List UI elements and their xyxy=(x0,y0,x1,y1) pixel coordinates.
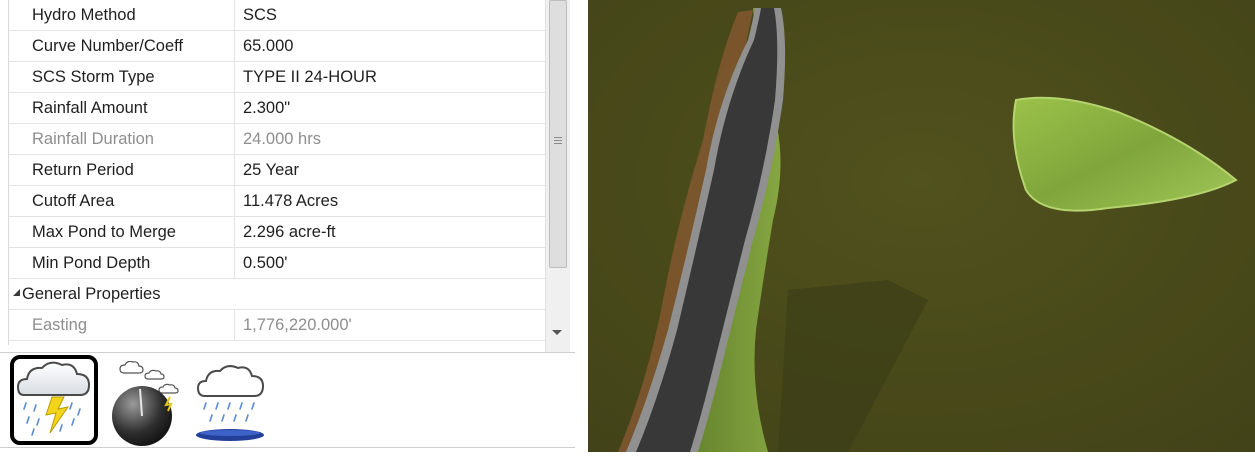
property-value[interactable]: TYPE II 24-HOUR xyxy=(235,62,546,92)
property-name: Return Period xyxy=(9,155,235,185)
property-name: Max Pond to Merge xyxy=(9,217,235,247)
property-value: 1,776,220.000' xyxy=(243,316,352,334)
rain-pond-icon[interactable] xyxy=(192,363,270,443)
vertical-scrollbar[interactable] xyxy=(545,0,570,352)
properties-panel: Hydro Method SCS Curve Number/Coeff 65.0… xyxy=(0,0,583,452)
property-name: SCS Storm Type xyxy=(9,62,235,92)
property-name: Cutoff Area xyxy=(9,186,235,216)
scroll-down-arrow-icon[interactable] xyxy=(552,330,562,335)
3d-viewport[interactable] xyxy=(588,0,1255,452)
property-row-curve-number[interactable]: Curve Number/Coeff 65.000 xyxy=(9,31,546,62)
property-name: Rainfall Duration xyxy=(9,124,235,154)
property-value[interactable]: 0.500' xyxy=(235,248,546,278)
property-name: Min Pond Depth xyxy=(9,248,235,278)
property-row-max-pond-to-merge[interactable]: Max Pond to Merge 2.296 acre-ft xyxy=(9,217,546,248)
property-value[interactable]: 2.296 acre-ft xyxy=(235,217,546,247)
property-value[interactable]: 11.478 Acres xyxy=(235,186,546,216)
section-general-properties[interactable]: General Properties xyxy=(9,279,546,310)
property-row-scs-storm-type[interactable]: SCS Storm Type TYPE II 24-HOUR xyxy=(9,62,546,93)
property-row-hydro-method[interactable]: Hydro Method SCS xyxy=(9,0,546,31)
divider xyxy=(0,447,575,448)
property-grid: Hydro Method SCS Curve Number/Coeff 65.0… xyxy=(8,0,546,345)
property-value[interactable]: 25 Year xyxy=(235,155,546,185)
property-value[interactable]: 2.300" xyxy=(235,93,546,123)
property-row-cutoff-area[interactable]: Cutoff Area 11.478 Acres xyxy=(9,186,546,217)
property-value[interactable]: 65.000 xyxy=(235,31,546,61)
property-name: Hydro Method xyxy=(9,0,235,30)
scrollbar-thumb[interactable] xyxy=(549,0,567,268)
property-name: Rainfall Amount xyxy=(9,93,235,123)
property-row-rainfall-amount[interactable]: Rainfall Amount 2.300" xyxy=(9,93,546,124)
property-name: Curve Number/Coeff xyxy=(9,31,235,61)
property-row-min-pond-depth[interactable]: Min Pond Depth 0.500' xyxy=(9,248,546,279)
rain-gauge-icon[interactable] xyxy=(110,360,185,446)
property-row-easting: Easting 1,776,220.000' xyxy=(9,310,546,341)
terrain-scene xyxy=(588,0,1255,452)
property-row-rainfall-duration: Rainfall Duration 24.000 hrs xyxy=(9,124,546,155)
section-title: General Properties xyxy=(22,285,161,303)
property-value[interactable]: SCS xyxy=(235,0,546,30)
property-name: Easting xyxy=(9,310,235,340)
collapse-triangle-icon[interactable] xyxy=(13,289,20,297)
property-row-return-period[interactable]: Return Period 25 Year xyxy=(9,155,546,186)
storm-cloud-lightning-icon[interactable] xyxy=(10,355,98,445)
hydrology-toolbar xyxy=(0,353,575,452)
property-value: 24.000 hrs xyxy=(243,130,321,148)
